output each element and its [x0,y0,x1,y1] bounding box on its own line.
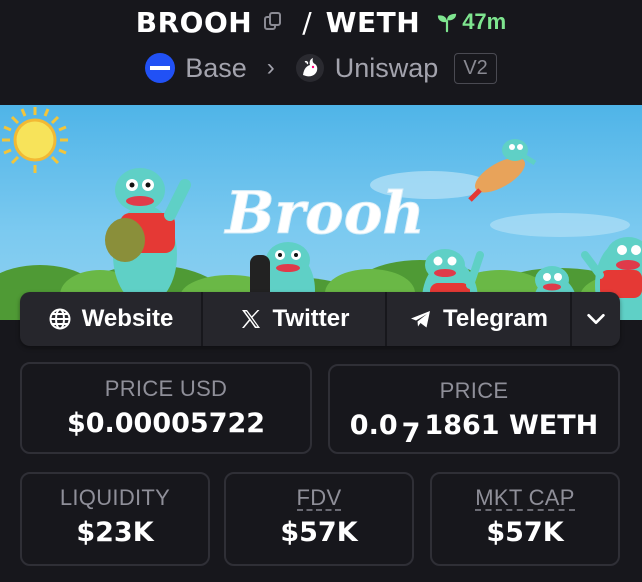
more-links-button[interactable] [572,292,620,346]
banner-title: Brooh [223,179,424,247]
liquidity-value: $23K [76,517,154,548]
uniswap-icon [295,54,324,82]
twitter-link-button[interactable]: Twitter [203,292,387,346]
price-native-label: PRICE [439,378,509,403]
telegram-link-button[interactable]: Telegram [387,292,572,346]
pair-separator: / [302,5,312,39]
price-native-suffix: 1861 WETH [424,410,599,441]
price-native-value: 0.0 7 1861 WETH [330,410,618,449]
globe-icon [49,308,71,330]
base-chain-icon [145,53,176,83]
market-cap-label[interactable]: MKT CAP [475,486,575,512]
chain-dex-row: Base › Uniswap V2 [0,49,642,87]
chevron-right-icon: › [266,54,275,81]
website-link-button[interactable]: Website [20,292,203,346]
x-icon [241,310,260,328]
telegram-link-label: Telegram [443,305,548,332]
token-banner-image: Brooh [0,105,642,320]
dex-version-badge: V2 [454,52,497,84]
pair-age-text: 47m [462,9,507,34]
market-cap-value: $57K [486,517,564,549]
copy-icon[interactable] [262,11,284,33]
pair-header: BROOH / WETH 47m Base › Uniswap V2 [0,0,642,105]
twitter-link-label: Twitter [272,305,350,332]
dex-name[interactable]: Uniswap [335,53,439,84]
sprout-icon [438,13,457,33]
pair-title-row: BROOH / WETH 47m [0,4,642,40]
quote-token-symbol: WETH [325,5,421,39]
website-link-label: Website [81,305,174,332]
frog-rocket [468,139,537,202]
fdv-label[interactable]: FDV [296,486,342,512]
pair-age: 47m [436,9,506,35]
liquidity-label: LIQUIDITY [59,485,171,510]
price-usd-card: PRICE USD $0.00005722 [20,362,312,454]
price-native-card: PRICE 0.0 7 1861 WETH [328,364,620,454]
chain-name[interactable]: Base [185,53,247,84]
price-native-prefix: 0.0 [349,410,398,441]
liquidity-card: LIQUIDITY $23K [20,472,210,566]
price-native-zero-count: 7 [401,418,421,449]
base-token-symbol: BROOH [135,5,253,39]
social-links-bar: Website Twitter Telegram [20,292,620,346]
banner-illustration: Brooh [0,107,642,320]
fdv-card: FDV $57K [224,472,414,566]
market-cap-card: MKT CAP $57K [430,472,620,566]
sun-illustration [2,107,68,173]
price-usd-label: PRICE USD [104,376,228,401]
price-usd-value: $0.00005722 [66,408,266,439]
telegram-icon [411,311,431,328]
fdv-value: $57K [280,517,358,549]
chevron-down-icon [587,313,605,325]
